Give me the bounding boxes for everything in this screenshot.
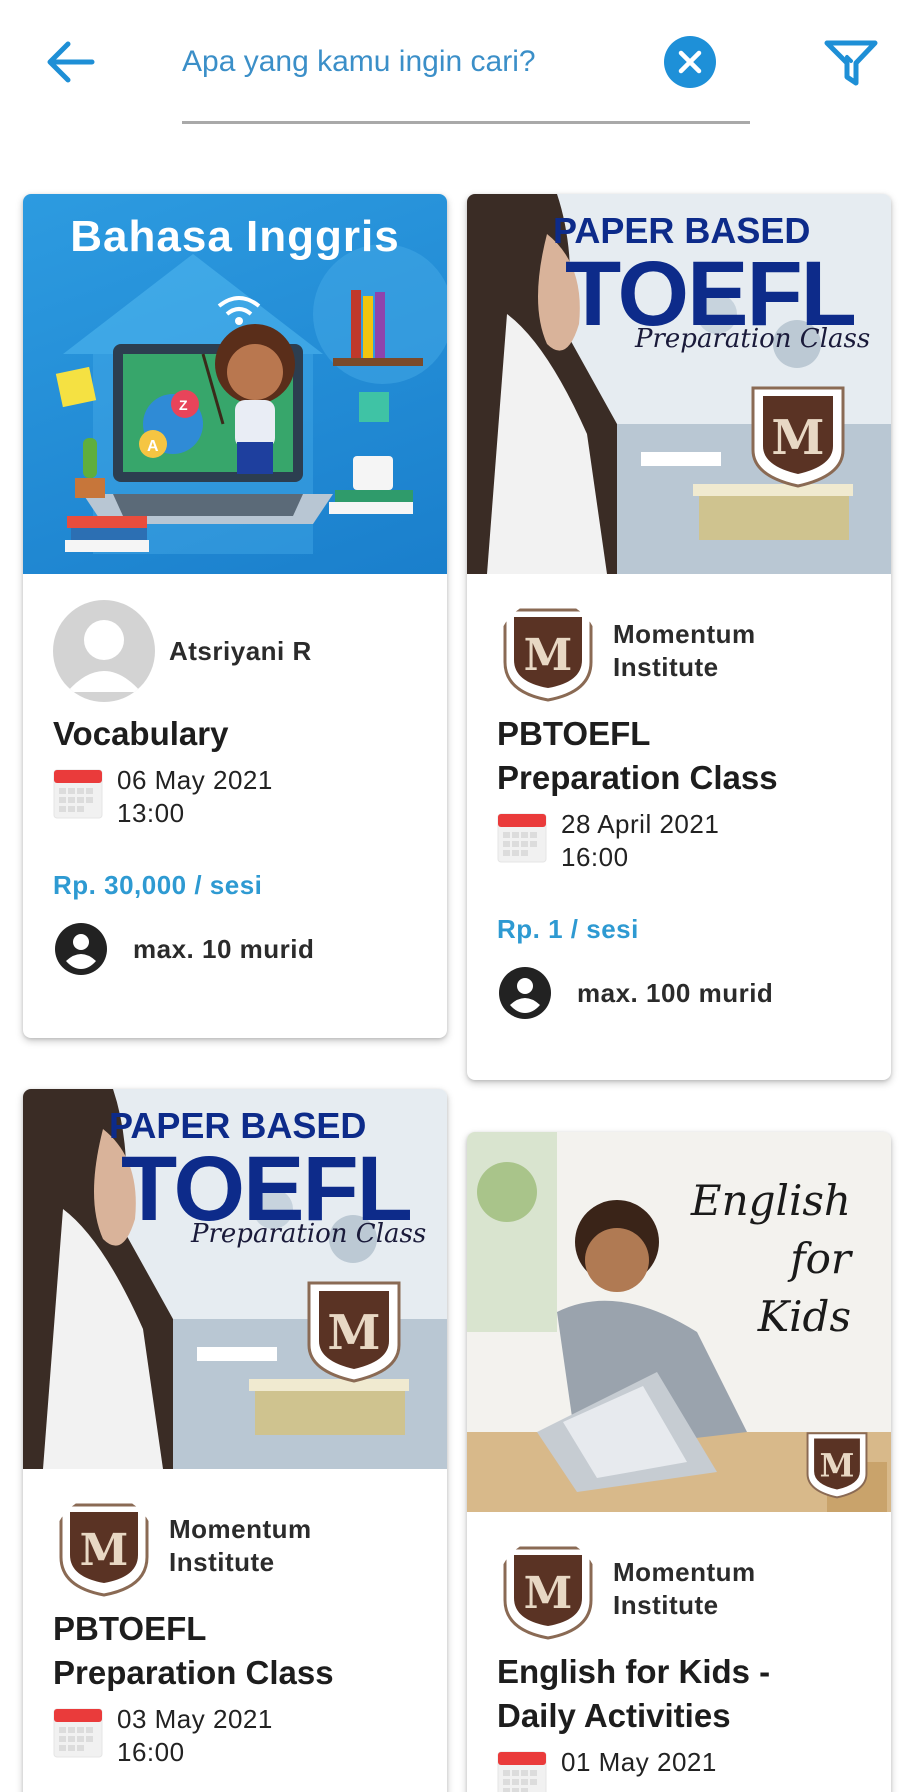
- thumbnail-title: English: [690, 1176, 851, 1225]
- thumbnail-subtitle: Preparation Class: [635, 324, 871, 354]
- card-body: Atsriyani R Vocabulary 06 May 2021 13:00…: [23, 574, 447, 977]
- class-capacity: max. 10 murid: [133, 933, 315, 964]
- class-title: Preparation Class: [53, 1654, 334, 1691]
- svg-text:M: M: [80, 1525, 129, 1576]
- search-field: [182, 28, 750, 124]
- momentum-logo-icon: M: [503, 608, 593, 702]
- class-thumbnail: PAPER BASED TOEFL Preparation Class M: [467, 194, 891, 574]
- capacity-row: max. 10 murid: [53, 921, 417, 977]
- search-input[interactable]: [182, 36, 652, 88]
- avatar: [53, 600, 155, 702]
- owner-name: Institute: [613, 1590, 719, 1620]
- svg-text:M: M: [524, 630, 573, 681]
- card-body: M Momentum Institute English for Kids - …: [467, 1512, 891, 1792]
- card-body: M Momentum Institute PBTOEFL Preparation…: [467, 574, 891, 1021]
- class-date: 03 May 2021: [117, 1704, 273, 1734]
- schedule-row: 03 May 2021 16:00: [53, 1703, 417, 1769]
- default-user-icon: [67, 620, 141, 692]
- account-circle-icon: [499, 967, 551, 1019]
- schedule-row: 06 May 2021 13:00: [53, 764, 417, 830]
- momentum-logo-icon: M: [751, 386, 845, 488]
- class-thumbnail: A Z Bahasa Inggris: [23, 194, 447, 574]
- class-date: 28 April 2021: [561, 809, 720, 839]
- back-button[interactable]: [40, 36, 102, 88]
- capacity-row: max. 100 murid: [497, 965, 861, 1021]
- owner-name: Momentum: [613, 619, 756, 649]
- filter-funnel-icon: [824, 40, 878, 86]
- momentum-logo-icon: M: [307, 1281, 401, 1383]
- svg-text:Z: Z: [179, 397, 188, 413]
- class-card[interactable]: PAPER BASED TOEFL Preparation Class M M …: [467, 194, 891, 1080]
- class-title: English for Kids -: [497, 1653, 771, 1690]
- arrow-left-icon: [47, 41, 95, 83]
- class-card[interactable]: A Z Bahasa Inggris Atsriyani R Vocabular…: [23, 194, 447, 1038]
- owner-row: M Momentum Institute: [497, 600, 861, 702]
- avatar: M: [497, 1538, 599, 1640]
- calendar-icon: [497, 1751, 547, 1792]
- schedule-row: 28 April 2021 16:00: [497, 808, 861, 874]
- svg-text:A: A: [147, 438, 159, 455]
- class-title: PBTOEFL: [497, 715, 651, 752]
- owner-name: Momentum: [169, 1514, 312, 1544]
- avatar: M: [53, 1495, 155, 1597]
- search-header: [0, 0, 913, 150]
- class-card[interactable]: PAPER BASED TOEFL Preparation Class M M …: [23, 1089, 447, 1792]
- calendar-icon: [53, 1708, 103, 1758]
- momentum-logo-icon: M: [503, 1546, 593, 1640]
- svg-text:M: M: [771, 410, 824, 466]
- svg-text:M: M: [524, 1568, 573, 1619]
- calendar-icon: [53, 769, 103, 819]
- close-icon: [678, 50, 702, 74]
- thumbnail-subtitle: Preparation Class: [191, 1219, 427, 1249]
- svg-text:M: M: [820, 1448, 855, 1484]
- account-circle-icon: [55, 923, 107, 975]
- avatar: M: [497, 600, 599, 702]
- class-time: 16:00: [561, 842, 629, 872]
- thumbnail-title: Bahasa Inggris: [70, 212, 400, 261]
- class-thumbnail: PAPER BASED TOEFL Preparation Class M: [23, 1089, 447, 1469]
- owner-name: Atsriyani R: [169, 635, 312, 666]
- thumbnail-title: Kids: [757, 1292, 851, 1341]
- class-time: 13:00: [117, 798, 185, 828]
- class-price: Rp. 1 / sesi: [497, 914, 639, 944]
- owner-name: Institute: [169, 1547, 275, 1577]
- owner-row: M Momentum Institute: [497, 1538, 861, 1640]
- owner-row: Atsriyani R: [53, 600, 417, 702]
- class-title: Vocabulary: [53, 715, 229, 752]
- class-time: 16:00: [117, 1737, 185, 1767]
- clear-search-button[interactable]: [664, 36, 716, 88]
- class-capacity: max. 100 murid: [577, 977, 774, 1008]
- schedule-row: 01 May 2021: [497, 1746, 861, 1792]
- owner-row: M Momentum Institute: [53, 1495, 417, 1597]
- owner-name: Momentum: [613, 1557, 756, 1587]
- class-title: Preparation Class: [497, 759, 778, 796]
- momentum-logo-icon: M: [806, 1432, 868, 1499]
- class-price: Rp. 30,000 / sesi: [53, 870, 263, 900]
- class-date: 06 May 2021: [117, 765, 273, 795]
- owner-name: Institute: [613, 652, 719, 682]
- class-thumbnail: English for Kids M: [467, 1132, 891, 1512]
- thumbnail-title: for: [790, 1234, 851, 1283]
- svg-text:M: M: [327, 1305, 380, 1361]
- filter-button[interactable]: [822, 34, 880, 92]
- calendar-icon: [497, 813, 547, 863]
- class-date: 01 May 2021: [561, 1747, 717, 1777]
- momentum-logo-icon: M: [59, 1503, 149, 1597]
- class-card[interactable]: English for Kids M M Momentum Institute: [467, 1132, 891, 1792]
- class-title: Daily Activities: [497, 1697, 731, 1734]
- class-title: PBTOEFL: [53, 1610, 207, 1647]
- card-body: M Momentum Institute PBTOEFL Preparation…: [23, 1469, 447, 1769]
